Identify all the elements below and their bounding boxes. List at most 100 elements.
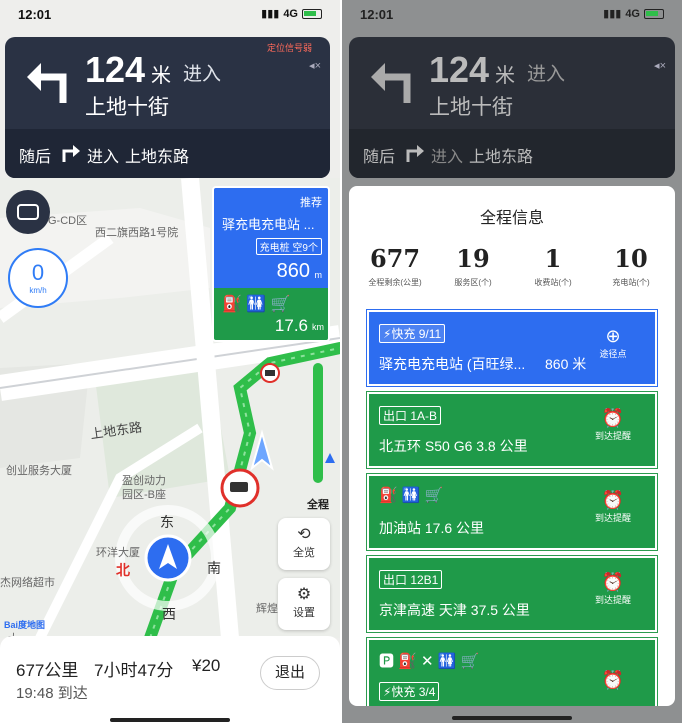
- charger-availability: 充电桩 空9个: [255, 238, 322, 255]
- distance-unit: 米: [495, 65, 515, 87]
- route-item-service-area[interactable]: 🅿 ⛽ ✕ 🚻 🛒 ⚡快充 3/4 ⏰: [366, 637, 658, 706]
- then-into: 进入: [431, 149, 464, 166]
- action-label: 到达提醒: [594, 595, 631, 605]
- status-signal: ▮▮▮ 4G: [603, 7, 664, 20]
- then-label: 随后: [19, 149, 52, 166]
- left-phone-screen: G-CD区 西二旗西路1号院 上地东路 创业服务大厦 盈创动力 园区-B座 环洋…: [0, 0, 340, 723]
- alarm-clock-icon: ⏰: [601, 408, 625, 428]
- settings-button[interactable]: ⚙ 设置: [278, 578, 330, 630]
- distance-unit: km: [312, 322, 324, 332]
- stat-caption: 收费站(个): [534, 278, 572, 287]
- action-label: 途径点: [599, 349, 627, 359]
- route-icon: ⟲: [297, 526, 311, 543]
- arrival-reminder-button[interactable]: ⏰ 到达提醒: [585, 408, 641, 442]
- route-item-gas-station[interactable]: ⛽ 🚻 🛒 加油站 17.6 公里 ⏰ 到达提醒: [366, 473, 658, 551]
- arrival-time: 19:48 到达: [16, 685, 88, 702]
- battery-icon: [302, 8, 322, 19]
- stat-caption: 服务区(个): [454, 278, 492, 287]
- compass-west: 西: [162, 606, 176, 622]
- full-route-label[interactable]: 全程: [307, 496, 329, 512]
- alarm-clock-icon: ⏰: [601, 490, 625, 510]
- remaining-distance: 677公里: [16, 661, 79, 680]
- right-phone-screen: 12:01 ▮▮▮ 4G 124 米 进入 上地十街 ◂× 随后 进入 上地东路 …: [342, 0, 682, 723]
- map-label: 园区-B座: [122, 489, 166, 501]
- overview-label: 全览: [293, 547, 315, 559]
- turn-right-icon: [406, 145, 424, 162]
- exit-button[interactable]: 退出: [260, 656, 320, 690]
- fuel-wc-shop-icon: ⛽ 🚻 🛒: [379, 487, 444, 504]
- route-item-exit[interactable]: 出口 1A-B 北五环 S50 G6 3.8 公里 ⏰ 到达提醒: [366, 391, 658, 469]
- compass-south: 南: [207, 560, 221, 576]
- next-road: 上地十街: [85, 96, 169, 119]
- status-time: 12:01: [360, 7, 394, 22]
- gps-weak-alert: 定位信号弱: [266, 43, 312, 53]
- stat-toll-stations: 1 收费站(个): [513, 244, 593, 288]
- network-type: 4G: [283, 7, 298, 20]
- speed-unit: km/h: [29, 286, 47, 295]
- route-item-charging[interactable]: ⚡快充 9/11 驿充电充电站 (百旺绿... 860 米 ⊕ 途径点: [366, 309, 658, 387]
- distance-unit: m: [314, 270, 323, 280]
- robot-icon: [17, 204, 39, 220]
- assistant-robot-button[interactable]: [6, 190, 50, 234]
- stat-value: 677: [369, 244, 421, 273]
- then-instruction: 随后 进入 上地东路: [349, 129, 675, 178]
- item-text: 驿充电充电站 (百旺绿...: [379, 356, 526, 372]
- map-label: 环洋大厦: [96, 547, 140, 559]
- home-indicator: [110, 718, 230, 722]
- mute-icon[interactable]: ◂×: [654, 59, 666, 72]
- fast-charge-tag: ⚡快充 9/11: [379, 324, 446, 343]
- parking-fuel-food-wc-shop-icon: 🅿 ⛽ ✕ 🚻 🛒: [379, 653, 480, 670]
- stat-value: 10: [614, 244, 648, 273]
- compass-north: 北: [116, 562, 130, 578]
- status-signal: ▮▮▮ 4G: [261, 7, 322, 20]
- settings-label: 设置: [293, 607, 315, 619]
- exit-tag: 出口 12B1: [379, 570, 443, 589]
- map-label: 创业服务大厦: [6, 465, 72, 477]
- speedometer: 0 km/h: [8, 248, 68, 308]
- trip-summary-bar: 677公里 7小时47分 ¥20 19:48 到达 退出: [0, 636, 340, 723]
- stat-charging-stations: 10 充电站(个): [591, 244, 671, 288]
- overview-button[interactable]: ⟲ 全览: [278, 518, 330, 570]
- fuel-wc-shop-icon: ⛽ 🚻 🛒: [222, 296, 291, 313]
- signal-icon: ▮▮▮: [603, 8, 622, 20]
- map-label: 西二旗西路1号院: [95, 227, 179, 239]
- action-label: 到达提醒: [594, 513, 631, 523]
- then-road: 上地东路: [125, 149, 190, 166]
- plus-circle-icon: ⊕: [605, 326, 621, 346]
- add-waypoint-button[interactable]: ⊕ 途径点: [585, 326, 641, 360]
- stat-value: 1: [544, 244, 562, 273]
- recommend-tag: 推荐: [300, 197, 322, 209]
- turn-guidance-panel[interactable]: 124 米 进入 上地十街 ◂× 随后 进入 上地东路: [349, 37, 675, 178]
- stat-caption: 全程剩余(公里): [368, 278, 422, 287]
- alarm-clock-icon: ⏰: [601, 670, 625, 690]
- arrival-reminder-button[interactable]: ⏰: [585, 670, 641, 691]
- turn-distance: 124: [429, 49, 490, 90]
- into-label: 进入: [183, 64, 222, 85]
- panel-title: 全程信息: [479, 210, 544, 227]
- full-route-info-panel[interactable]: 全程信息 677 全程剩余(公里) 19 服务区(个) 1 收费站(个) 10 …: [349, 186, 675, 706]
- arrival-reminder-button[interactable]: ⏰ 到达提醒: [585, 490, 641, 524]
- gear-icon: ⚙: [296, 586, 312, 603]
- exit-tag: 出口 1A-B: [379, 406, 442, 425]
- item-text: 加油站 17.6 公里: [379, 520, 485, 536]
- map-label: 杰网络超市: [0, 577, 55, 589]
- then-road: 上地东路: [469, 149, 534, 166]
- station-distance: 860: [276, 260, 310, 282]
- mute-icon[interactable]: ◂×: [309, 59, 321, 72]
- battery-icon: [644, 8, 664, 19]
- charging-station-info: 推荐 驿充电充电站 ... 充电桩 空9个 860 m: [214, 188, 328, 288]
- home-indicator: [452, 716, 572, 720]
- then-instruction: 随后 进入 上地东路: [5, 129, 330, 178]
- distance-unit: 米: [151, 65, 171, 87]
- toll-cost: ¥20: [192, 656, 221, 675]
- stat-remaining: 677 全程剩余(公里): [355, 244, 435, 288]
- recommended-charging-card[interactable]: 推荐 驿充电充电站 ... 充电桩 空9个 860 m ⛽ 🚻 🛒 17.6 k…: [212, 186, 330, 342]
- turn-guidance-panel[interactable]: 124 米 进入 上地十街 定位信号弱 ◂× 随后 进入 上地东路: [5, 37, 330, 178]
- then-label: 随后: [363, 149, 396, 166]
- item-distance: 860 米: [545, 356, 587, 372]
- arrival-reminder-button[interactable]: ⏰ 到达提醒: [585, 572, 641, 606]
- status-time: 12:01: [18, 7, 52, 22]
- stat-caption: 充电站(个): [612, 278, 650, 287]
- route-item-exit[interactable]: 出口 12B1 京津高速 天津 37.5 公里 ⏰ 到达提醒: [366, 555, 658, 633]
- remaining-time: 7小时47分: [94, 661, 174, 680]
